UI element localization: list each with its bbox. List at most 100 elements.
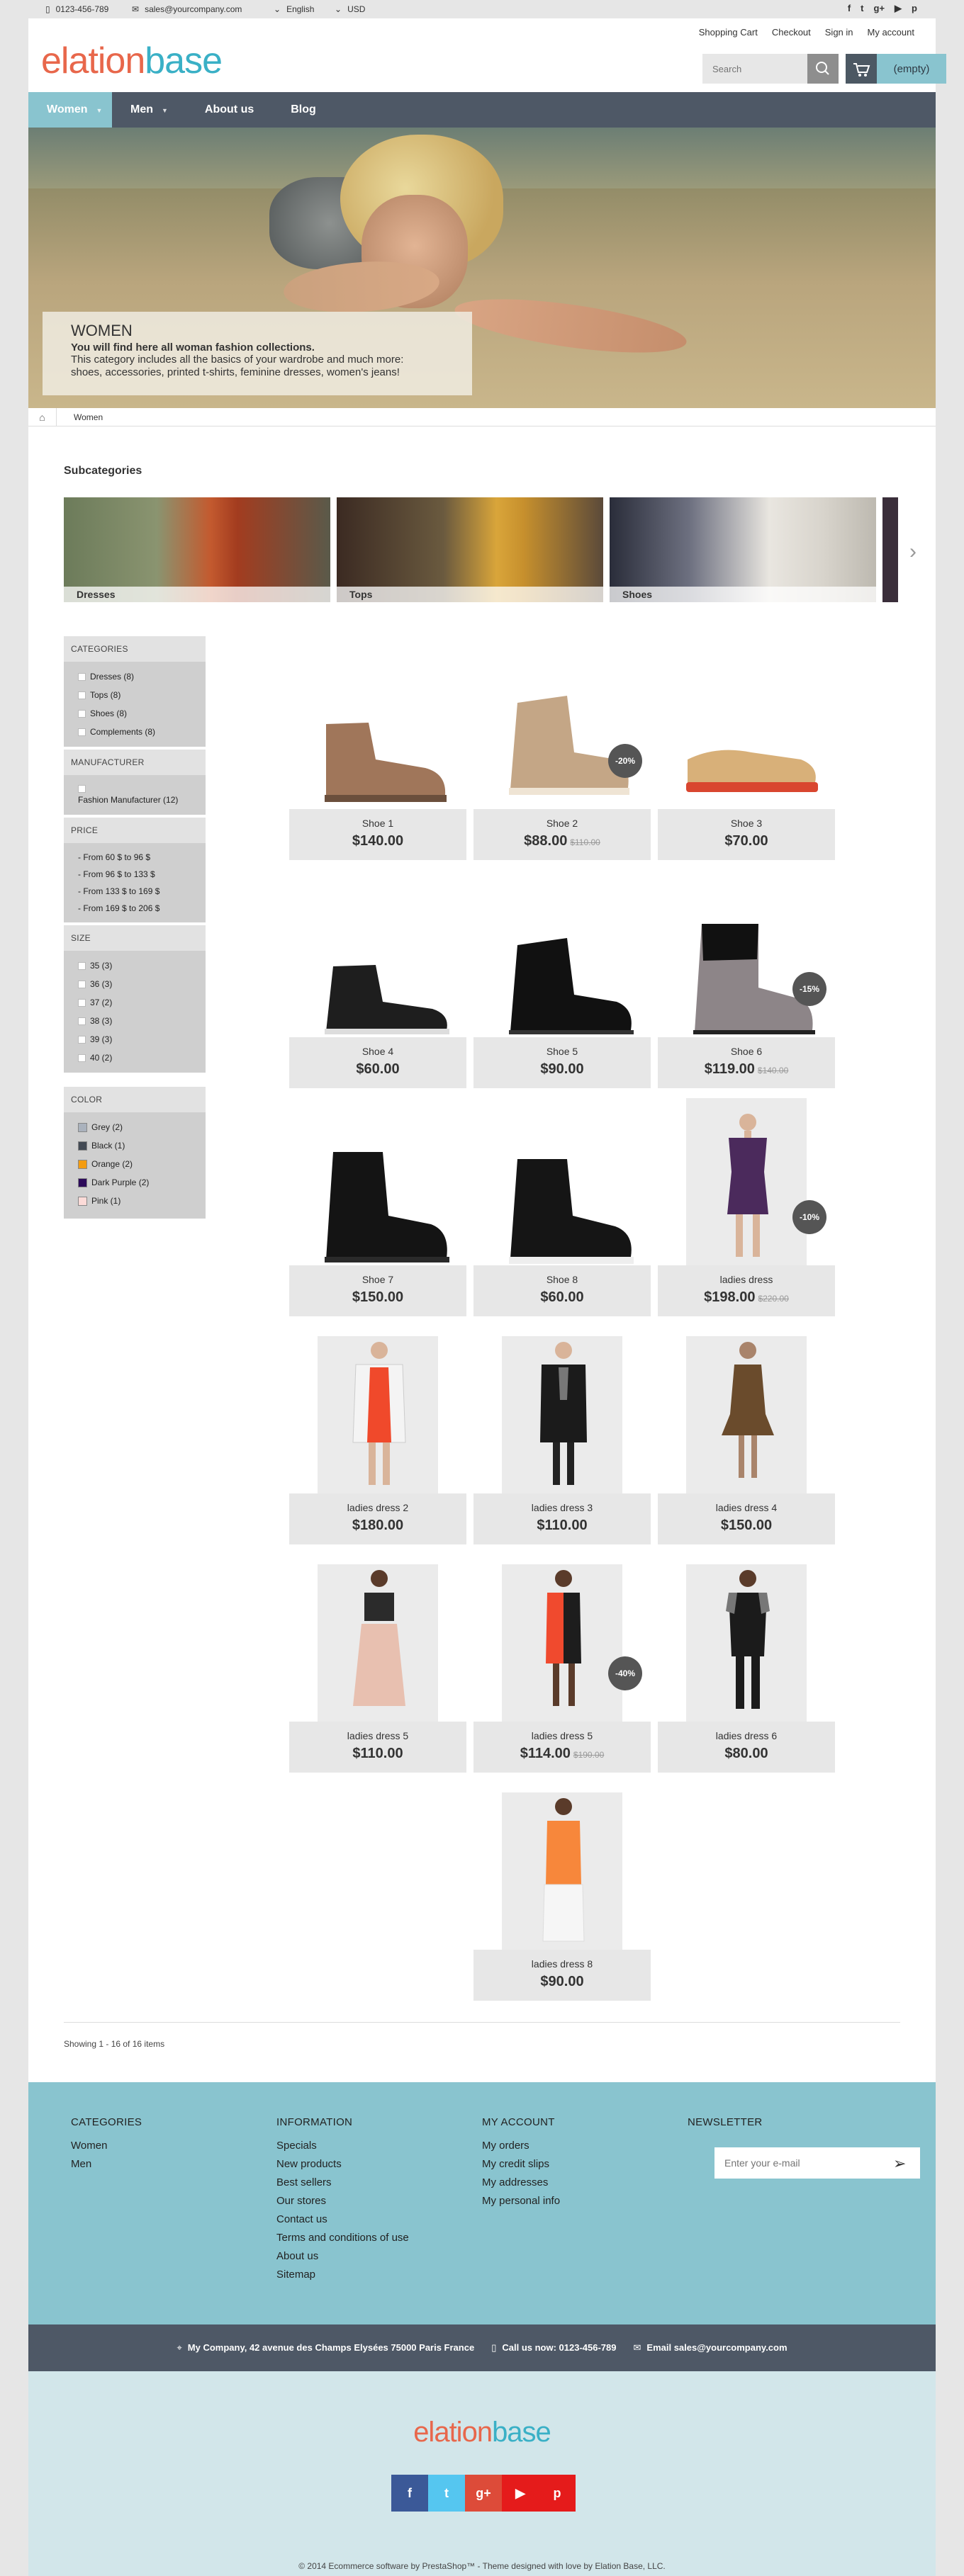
nav-item-blog[interactable]: Blog	[272, 92, 335, 128]
filter-option[interactable]: 38 (3)	[78, 1012, 191, 1030]
subcategory-card-partial[interactable]	[882, 497, 898, 602]
shopping-cart-link[interactable]: Shopping Cart	[699, 27, 758, 38]
product-card[interactable]: Shoe 8 $60.00	[473, 1108, 651, 1316]
product-image[interactable]	[473, 880, 651, 1037]
product-name[interactable]: Shoe 2	[473, 818, 651, 829]
checkbox[interactable]	[78, 709, 86, 718]
filter-option[interactable]: 36 (3)	[78, 975, 191, 993]
product-name[interactable]: Shoe 3	[658, 818, 835, 829]
product-name[interactable]: ladies dress 3	[473, 1502, 651, 1513]
language-selector[interactable]: ⌄ English	[274, 4, 314, 14]
filter-option[interactable]: 39 (3)	[78, 1030, 191, 1049]
newsletter-email-input[interactable]	[714, 2147, 920, 2179]
subcategory-label[interactable]: Shoes	[610, 587, 876, 602]
product-name[interactable]: Shoe 8	[473, 1274, 651, 1285]
nav-item-about[interactable]: About us	[186, 92, 272, 128]
nav-item-men[interactable]: Men ▼	[112, 92, 186, 128]
cart-icon-button[interactable]	[846, 54, 877, 84]
product-image[interactable]	[289, 652, 466, 809]
filter-option[interactable]: Tops (8)	[78, 686, 191, 704]
product-image[interactable]: -15%	[658, 880, 835, 1037]
product-image[interactable]	[658, 1336, 835, 1493]
filter-option[interactable]: 37 (2)	[78, 993, 191, 1012]
search-input[interactable]	[702, 54, 807, 84]
filter-option[interactable]: - From 169 $ to 206 $	[78, 900, 191, 917]
product-card[interactable]: Shoe 1 $140.00	[289, 652, 466, 860]
filter-option[interactable]: Dark Purple (2)	[78, 1173, 191, 1192]
checkbox[interactable]	[78, 728, 86, 736]
language-label[interactable]: English	[286, 4, 314, 14]
product-card[interactable]: ladies dress 5 $110.00	[289, 1564, 466, 1773]
product-card[interactable]: Shoe 4 $60.00	[289, 880, 466, 1088]
contact-email[interactable]: ✉ Email sales@yourcompany.com	[634, 2342, 788, 2354]
filter-option[interactable]: Pink (1)	[78, 1192, 191, 1210]
filter-option[interactable]: - From 133 $ to 169 $	[78, 883, 191, 900]
subcategory-card-shoes[interactable]: Shoes	[610, 497, 876, 602]
product-image[interactable]	[473, 1792, 651, 1950]
product-name[interactable]: ladies dress 4	[658, 1502, 835, 1513]
google-plus-icon[interactable]: g+	[874, 3, 885, 14]
email-info[interactable]: ✉ sales@yourcompany.com	[132, 4, 242, 14]
footer-link[interactable]: My addresses	[482, 2174, 560, 2192]
footer-link[interactable]: About us	[276, 2247, 409, 2266]
product-name[interactable]: Shoe 7	[289, 1274, 466, 1285]
color-swatch[interactable]	[78, 1196, 87, 1206]
product-image[interactable]: -40%	[473, 1564, 651, 1722]
filter-option[interactable]: Grey (2)	[78, 1118, 191, 1136]
youtube-icon[interactable]: ▶	[895, 3, 902, 14]
color-swatch[interactable]	[78, 1177, 87, 1187]
checkbox[interactable]	[78, 1035, 86, 1044]
subcategory-card-dresses[interactable]: Dresses	[64, 497, 330, 602]
product-name[interactable]: ladies dress 5	[289, 1730, 466, 1741]
twitter-icon[interactable]: t	[428, 2475, 465, 2512]
product-name[interactable]: Shoe 5	[473, 1046, 651, 1057]
product-name[interactable]: ladies dress 2	[289, 1502, 466, 1513]
footer-link[interactable]: My orders	[482, 2137, 560, 2155]
product-image[interactable]	[473, 1336, 651, 1493]
filter-option[interactable]: Black (1)	[78, 1136, 191, 1155]
footer-link[interactable]: My credit slips	[482, 2155, 560, 2174]
checkbox[interactable]	[78, 961, 86, 970]
filter-option[interactable]: Shoes (8)	[78, 704, 191, 723]
color-swatch[interactable]	[78, 1122, 87, 1132]
filter-option[interactable]: Orange (2)	[78, 1155, 191, 1173]
google-plus-icon[interactable]: g+	[465, 2475, 502, 2512]
product-name[interactable]: ladies dress 5	[473, 1730, 651, 1741]
facebook-icon[interactable]: f	[391, 2475, 428, 2512]
pinterest-icon[interactable]: p	[912, 3, 917, 14]
product-name[interactable]: ladies dress	[658, 1274, 835, 1285]
product-card[interactable]: Shoe 7 $150.00	[289, 1108, 466, 1316]
chevron-right-icon[interactable]: ›	[909, 540, 917, 564]
send-icon[interactable]: ➢	[893, 2154, 906, 2173]
footer-link[interactable]: Specials	[276, 2137, 409, 2155]
pinterest-icon[interactable]: p	[539, 2475, 576, 2512]
product-name[interactable]: ladies dress 6	[658, 1730, 835, 1741]
footer-link[interactable]: Sitemap	[276, 2266, 409, 2284]
youtube-icon[interactable]: ▶	[502, 2475, 539, 2512]
twitter-icon[interactable]: t	[861, 3, 863, 14]
checkbox[interactable]	[78, 785, 86, 793]
product-image[interactable]	[658, 1564, 835, 1722]
color-swatch[interactable]	[78, 1141, 87, 1151]
filter-option[interactable]: Fashion Manufacturer (12)	[78, 785, 191, 805]
filter-option[interactable]: 40 (2)	[78, 1049, 191, 1067]
product-name[interactable]: Shoe 1	[289, 818, 466, 829]
product-card[interactable]: ladies dress 2 $180.00	[289, 1336, 466, 1544]
checkbox[interactable]	[78, 980, 86, 988]
product-image[interactable]	[289, 1564, 466, 1722]
product-card[interactable]: -15% Shoe 6 $119.00 $140.00	[658, 880, 835, 1088]
sign-in-link[interactable]: Sign in	[825, 27, 853, 38]
filter-option[interactable]: 35 (3)	[78, 956, 191, 975]
checkbox[interactable]	[78, 1053, 86, 1062]
site-logo[interactable]: elationbase	[41, 40, 223, 82]
filter-option[interactable]: - From 60 $ to 96 $	[78, 849, 191, 866]
footer-link[interactable]: Best sellers	[276, 2174, 409, 2192]
currency-selector[interactable]: ⌄ USD	[335, 4, 365, 14]
footer-link[interactable]: My personal info	[482, 2192, 560, 2210]
checkbox[interactable]	[78, 998, 86, 1007]
product-name[interactable]: Shoe 6	[658, 1046, 835, 1057]
facebook-icon[interactable]: f	[848, 3, 851, 14]
product-name[interactable]: Shoe 4	[289, 1046, 466, 1057]
footer-link[interactable]: Contact us	[276, 2210, 409, 2229]
product-card[interactable]: ladies dress 4 $150.00	[658, 1336, 835, 1544]
